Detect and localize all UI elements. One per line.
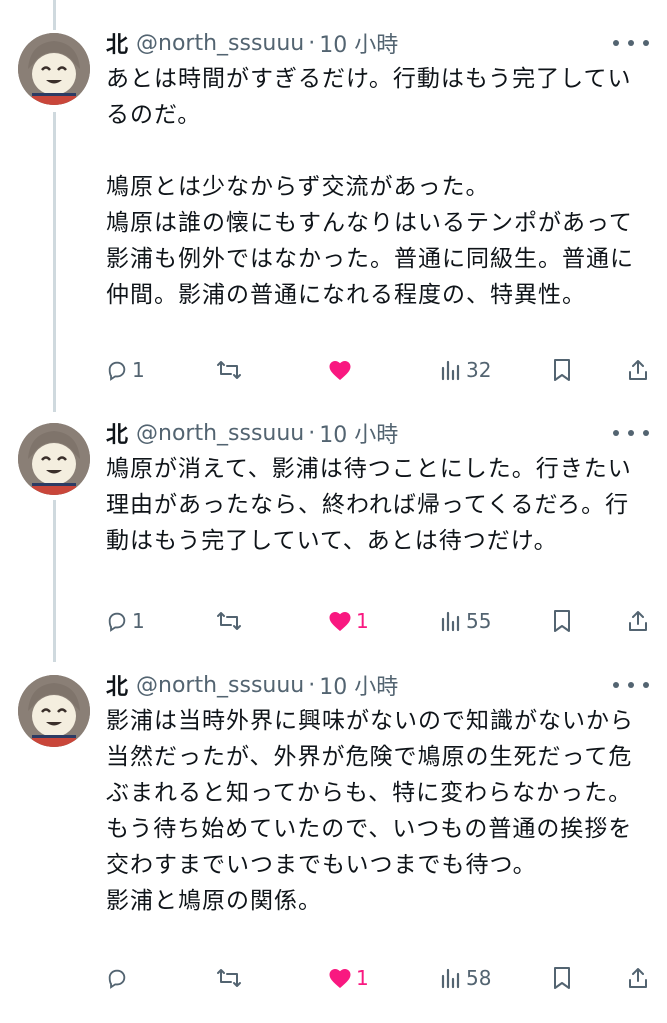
reply-count: 1 <box>132 609 145 633</box>
tweet-actions: 1 32 <box>106 355 649 385</box>
reply-button[interactable]: 1 <box>106 606 145 636</box>
display-name[interactable]: 北 <box>106 27 128 59</box>
views-button[interactable]: 32 <box>440 355 491 385</box>
display-name[interactable]: 北 <box>106 417 128 449</box>
tweet-text: あとは時間がすぎるだけ。行動はもう完了しているのだ。 鳩原とは少なからず交流があ… <box>106 66 634 308</box>
avatar[interactable] <box>18 33 90 105</box>
views-icon <box>441 360 460 381</box>
separator-dot: · <box>308 30 316 56</box>
more-icon[interactable] <box>613 672 649 698</box>
heart-icon <box>329 969 351 988</box>
user-handle[interactable]: @north_sssuuu <box>136 31 304 56</box>
avatar[interactable] <box>18 675 90 747</box>
reply-icon <box>108 361 126 381</box>
thread-line <box>53 112 56 412</box>
display-name[interactable]: 北 <box>106 669 128 701</box>
thread-line <box>53 0 56 30</box>
retweet-button[interactable] <box>216 355 246 385</box>
separator-dot: · <box>308 420 316 446</box>
user-handle[interactable]: @north_sssuuu <box>136 673 304 698</box>
share-icon <box>629 360 647 380</box>
like-button[interactable]: 1 <box>328 963 369 993</box>
like-button[interactable]: 1 <box>328 606 369 636</box>
like-button[interactable] <box>328 355 356 385</box>
share-icon <box>629 968 647 988</box>
bookmark-button[interactable] <box>552 355 572 385</box>
heart-icon <box>329 612 351 631</box>
tweet-actions: 1 1 55 <box>106 606 649 636</box>
bookmark-button[interactable] <box>552 963 572 993</box>
timestamp[interactable]: 10 小時 <box>319 669 398 701</box>
views-count: 58 <box>466 966 492 990</box>
bookmark-icon <box>554 359 570 381</box>
share-button[interactable] <box>626 963 650 993</box>
tweet-actions: 1 58 <box>106 963 649 993</box>
views-count: 32 <box>466 358 492 382</box>
separator-dot: · <box>308 672 316 698</box>
share-button[interactable] <box>626 355 650 385</box>
tweet-header: 北 @north_sssuuu · 10 小時 <box>106 418 649 448</box>
reply-count: 1 <box>132 358 145 382</box>
reply-icon <box>108 612 126 632</box>
views-icon <box>441 611 460 632</box>
views-icon <box>441 968 460 989</box>
retweet-button[interactable] <box>216 963 246 993</box>
like-count: 1 <box>356 609 369 633</box>
views-button[interactable]: 58 <box>440 963 491 993</box>
reply-icon <box>108 969 126 989</box>
retweet-button[interactable] <box>216 606 246 636</box>
avatar[interactable] <box>18 423 90 495</box>
bookmark-icon <box>554 610 570 632</box>
share-button[interactable] <box>626 606 650 636</box>
thread-line <box>53 500 56 662</box>
more-icon[interactable] <box>613 30 649 56</box>
retweet-icon <box>217 361 241 379</box>
retweet-icon <box>217 612 241 630</box>
heart-icon <box>329 361 351 380</box>
bookmark-icon <box>554 967 570 989</box>
bookmark-button[interactable] <box>552 606 572 636</box>
more-icon[interactable] <box>613 420 649 446</box>
views-count: 55 <box>466 609 492 633</box>
like-count: 1 <box>356 966 369 990</box>
timestamp[interactable]: 10 小時 <box>319 27 398 59</box>
retweet-icon <box>217 969 241 987</box>
user-handle[interactable]: @north_sssuuu <box>136 421 304 446</box>
timestamp[interactable]: 10 小時 <box>319 417 398 449</box>
share-icon <box>629 611 647 631</box>
reply-button[interactable] <box>106 963 132 993</box>
tweet-text: 影浦は当時外界に興味がないので知識がないから当然だったが、外界が危険で鳩原の生死… <box>106 708 634 914</box>
reply-button[interactable]: 1 <box>106 355 145 385</box>
tweet-header: 北 @north_sssuuu · 10 小時 <box>106 28 649 58</box>
tweet-header: 北 @north_sssuuu · 10 小時 <box>106 670 649 700</box>
tweet-text: 鳩原が消えて、影浦は待つことにした。行きたい理由があったなら、終われば帰ってくる… <box>106 456 632 554</box>
views-button[interactable]: 55 <box>440 606 491 636</box>
